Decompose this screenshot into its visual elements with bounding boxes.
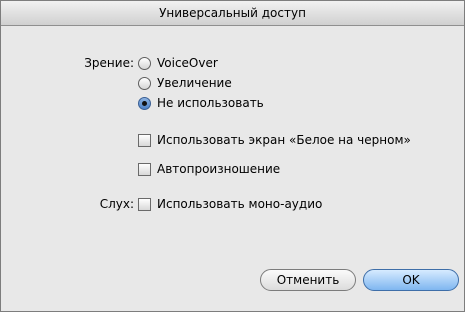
checkbox-mono-audio-box[interactable] (138, 197, 151, 211)
radio-voiceover-indicator[interactable] (138, 56, 151, 70)
checkbox-white-on-black-box[interactable] (138, 133, 151, 147)
checkbox-mono-audio[interactable]: Использовать моно-аудио (138, 195, 322, 213)
checkbox-white-on-black[interactable]: Использовать экран «Белое на черном» (138, 131, 411, 149)
cancel-button[interactable]: Отменить (260, 269, 356, 291)
checkbox-auto-speech[interactable]: Автопроизношение (138, 160, 280, 178)
hearing-label: Слух: (99, 197, 134, 211)
radio-zoom-indicator[interactable] (138, 76, 151, 90)
dialog-window: Универсальный доступ Зрение: VoiceOver У… (0, 0, 465, 312)
radio-none-label: Не использовать (157, 96, 264, 110)
radio-zoom-label: Увеличение (157, 76, 232, 90)
window-title: Универсальный доступ (1, 1, 464, 26)
vision-label: Зрение: (84, 56, 134, 70)
radio-voiceover-label: VoiceOver (157, 56, 218, 70)
radio-zoom[interactable]: Увеличение (138, 74, 232, 92)
checkbox-auto-speech-box[interactable] (138, 162, 151, 176)
checkbox-white-on-black-label: Использовать экран «Белое на черном» (157, 133, 411, 147)
checkbox-auto-speech-label: Автопроизношение (157, 162, 281, 176)
radio-none[interactable]: Не использовать (138, 94, 264, 112)
checkbox-mono-audio-label: Использовать моно-аудио (157, 197, 323, 211)
ok-button[interactable]: OK (363, 269, 459, 291)
radio-none-indicator[interactable] (138, 96, 151, 110)
radio-voiceover[interactable]: VoiceOver (138, 54, 218, 72)
